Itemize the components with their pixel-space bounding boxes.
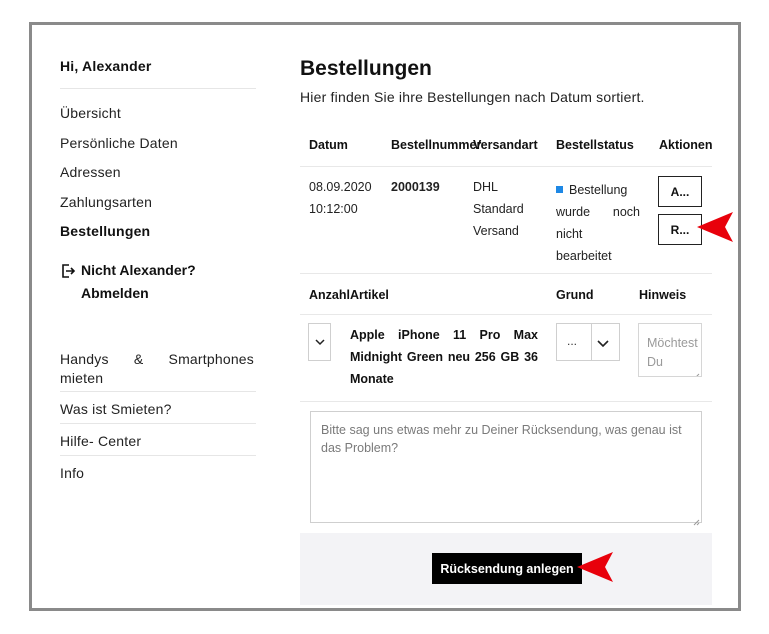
col-header-actions: Aktionen <box>659 138 713 152</box>
sidebar-item-personal-data[interactable]: Persönliche Daten <box>60 135 178 151</box>
sidebar-item-rent-phones-label: Handys & Smartphones mieten <box>60 351 254 386</box>
order-status-text: Bestellung wurde noch nicht bearbeitet <box>556 183 640 263</box>
col-header-article: Artikel <box>350 288 389 302</box>
table-divider <box>300 273 712 274</box>
article-name: Apple iPhone 11 Pro Max Midnight Green n… <box>350 328 538 386</box>
order-number: 2000139 <box>391 180 440 194</box>
order-date-value: 08.09.2020 <box>309 180 372 194</box>
col-header-shipping: Versandart <box>473 138 538 152</box>
reason-select[interactable]: ... <box>556 323 620 361</box>
chevron-down-icon <box>597 335 609 353</box>
table-divider <box>300 166 712 167</box>
hint-placeholder: Möchtest Du uns... <box>647 336 698 376</box>
table-divider <box>300 314 712 315</box>
reason-select-value: ... <box>567 334 578 348</box>
sidebar-item-overview[interactable]: Übersicht <box>60 105 121 121</box>
sidebar-divider <box>60 391 256 392</box>
quantity-select[interactable] <box>308 323 331 361</box>
resize-grip-icon[interactable] <box>692 367 700 376</box>
chevron-down-icon <box>314 333 325 351</box>
col-header-order-number: Bestellnummer <box>391 138 482 152</box>
sidebar-item-orders[interactable]: Bestellungen <box>60 223 150 239</box>
order-status: Bestellung wurde noch nicht bearbeitet <box>556 179 640 267</box>
status-indicator-icon <box>556 186 563 193</box>
order-time-value: 10:12:00 <box>309 202 358 216</box>
page-subtitle: Hier finden Sie ihre Bestellungen nach D… <box>300 89 645 105</box>
logout-link[interactable]: Abmelden <box>81 285 149 301</box>
return-comment-textarea[interactable]: Bitte sag uns etwas mehr zu Deiner Rücks… <box>310 411 702 526</box>
comment-placeholder: Bitte sag uns etwas mehr zu Deiner Rücks… <box>321 423 682 455</box>
sidebar-item-addresses[interactable]: Adressen <box>60 164 121 180</box>
not-user-label: Nicht Alexander? <box>81 262 196 278</box>
col-header-status: Bestellstatus <box>556 138 634 152</box>
create-return-button[interactable]: Rücksendung anlegen <box>432 553 582 584</box>
annotation-arrow-icon <box>577 552 613 582</box>
col-header-reason: Grund <box>556 288 594 302</box>
submit-bar: Rücksendung anlegen <box>300 533 712 605</box>
greeting: Hi, Alexander <box>60 58 152 74</box>
account-page-frame: Hi, Alexander Übersicht Persönliche Date… <box>29 22 741 611</box>
sidebar-item-what-is-smieten[interactable]: Was ist Smieten? <box>60 401 172 417</box>
col-header-date: Datum <box>309 138 348 152</box>
sidebar-item-info[interactable]: Info <box>60 465 84 481</box>
logout-icon <box>60 263 76 279</box>
order-shipping: DHL Standard Versand <box>473 180 524 238</box>
table-divider <box>300 401 712 402</box>
col-header-quantity: Anzahl <box>309 288 350 302</box>
resize-grip-icon[interactable] <box>692 513 700 526</box>
annotation-arrow-icon <box>697 212 733 242</box>
select-divider <box>591 324 592 360</box>
order-action-button-1[interactable]: A... <box>658 176 702 207</box>
sidebar-item-help-center[interactable]: Hilfe- Center <box>60 433 141 449</box>
sidebar-divider <box>60 455 256 456</box>
hint-textarea[interactable]: Möchtest Du uns... <box>638 323 702 377</box>
sidebar-divider <box>60 423 256 424</box>
col-header-hint: Hinweis <box>639 288 687 302</box>
page-title: Bestellungen <box>300 57 432 80</box>
sidebar-item-payment-methods[interactable]: Zahlungsarten <box>60 194 152 210</box>
order-date: 08.09.2020 10:12:00 <box>309 176 372 220</box>
sidebar-divider <box>60 88 256 89</box>
sidebar-item-rent-phones[interactable]: Handys & Smartphones mieten <box>60 350 254 388</box>
